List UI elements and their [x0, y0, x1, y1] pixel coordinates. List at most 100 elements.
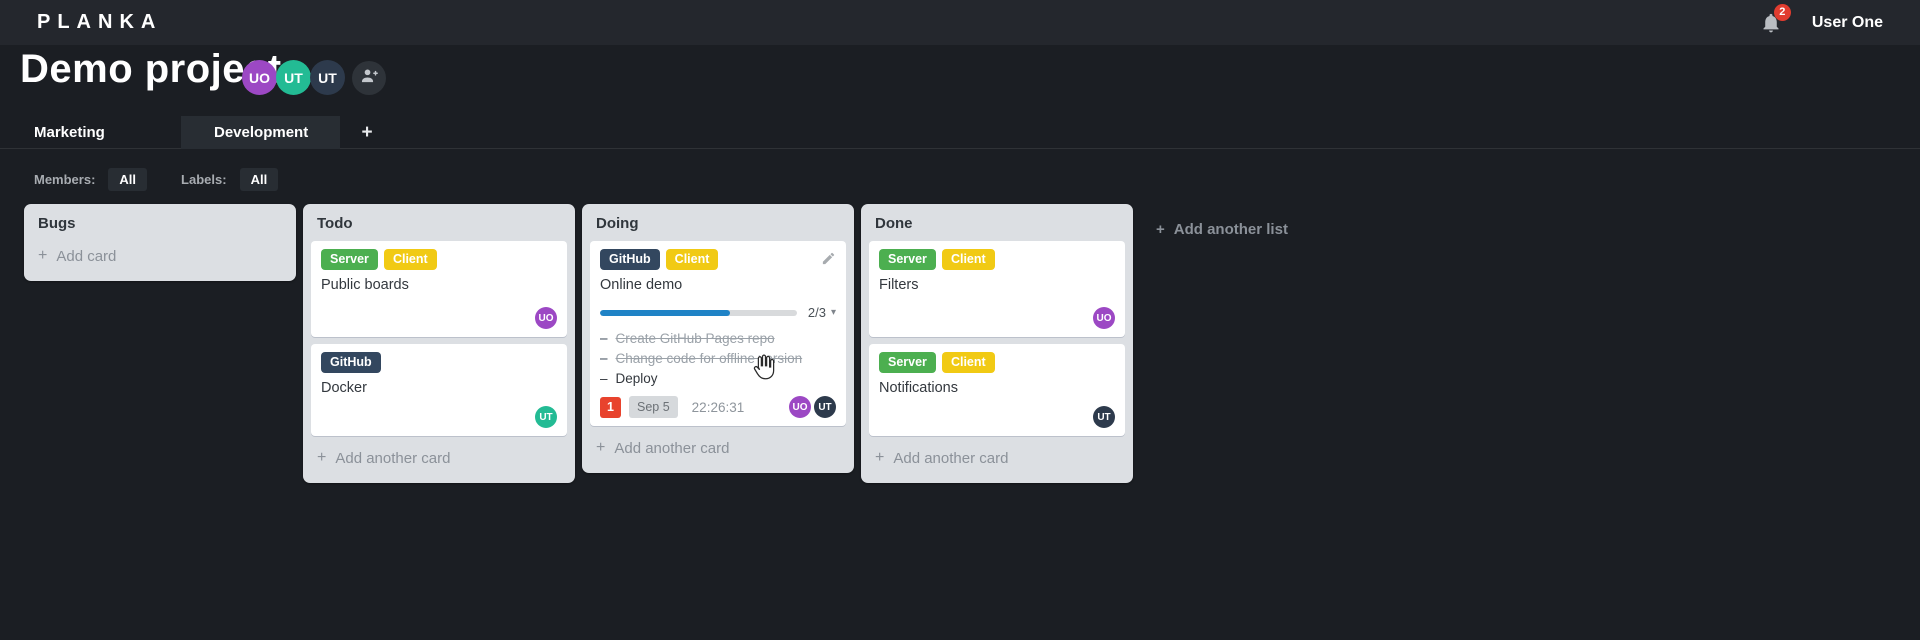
avatar: UO [789, 396, 811, 418]
labels-filter-value[interactable]: All [239, 168, 279, 191]
task-text: Deploy [615, 371, 658, 386]
list-title[interactable]: Doing [582, 204, 854, 241]
person-add-icon [360, 66, 379, 90]
card-name: Filters [879, 277, 919, 293]
card-members: UT [321, 406, 557, 428]
add-list-label: Add another list [1173, 221, 1288, 238]
task-text: Change code for offline version [615, 351, 803, 366]
user-menu[interactable]: User One [1812, 14, 1883, 32]
card-name: Public boards [321, 277, 409, 293]
plus-icon: + [38, 247, 48, 264]
card-label: GitHub [321, 352, 381, 373]
card-members: UO UT [789, 396, 836, 418]
plus-icon: + [596, 439, 606, 456]
card-label: Client [665, 249, 719, 270]
avatar[interactable]: UO [242, 60, 277, 95]
card-name: Online demo [600, 277, 683, 293]
list-title[interactable]: Todo [303, 204, 575, 241]
members-filter-label: Members: [34, 172, 96, 187]
add-another-card-button[interactable]: + Add another card [861, 443, 1133, 481]
add-another-card-button[interactable]: + Add another card [582, 433, 854, 471]
add-member-button[interactable] [352, 60, 386, 95]
card-label: Server [879, 249, 936, 270]
progress-fill [600, 309, 730, 316]
list-title[interactable]: Done [861, 204, 1133, 241]
labels-row: Server Client [879, 352, 1115, 373]
progress-fraction: 2/3 [807, 305, 826, 320]
topbar-right: 2 User One [1760, 3, 1883, 34]
notification-count-badge: 2 [1773, 3, 1791, 21]
list-bugs: Bugs + Add card [24, 204, 296, 281]
progress-bar [600, 309, 797, 316]
avatar: UT [535, 406, 557, 428]
card-online-demo[interactable]: GitHub Client Online demo 2/3 ▾ – Create… [590, 241, 846, 426]
plus-icon: + [1156, 221, 1165, 238]
labels-row: GitHub Client [600, 249, 836, 270]
avatar[interactable]: UT [310, 60, 345, 95]
add-card-label: Add another card [335, 449, 451, 467]
card-label: Server [879, 352, 936, 373]
card-members: UO [879, 307, 1115, 329]
card-label: Client [383, 249, 437, 270]
members-filter-value[interactable]: All [108, 168, 148, 191]
pencil-icon [821, 252, 836, 270]
card-public-boards[interactable]: Server Client Public boards UO [311, 241, 567, 337]
filter-bar: Members: All Labels: All [34, 168, 279, 191]
list-done: Done Server Client Filters UO Server Cli… [861, 204, 1133, 483]
timer-value: 22:26:31 [691, 399, 745, 415]
task-list: – Create GitHub Pages repo – Change code… [600, 329, 836, 389]
card-members: UT [879, 406, 1115, 428]
chevron-down-icon[interactable]: ▾ [831, 307, 836, 318]
notifications-button[interactable]: 2 [1760, 3, 1791, 34]
labels-row: Server Client [321, 249, 557, 270]
card-label: Server [321, 249, 378, 270]
list-doing: Doing GitHub Client Online demo 2/3 ▾ – … [582, 204, 854, 473]
tab-marketing[interactable]: Marketing [34, 116, 105, 149]
add-board-button[interactable]: + [352, 116, 382, 149]
list-todo: Todo Server Client Public boards UO GitH… [303, 204, 575, 483]
card-notifications[interactable]: Server Client Notifications UT [869, 344, 1125, 436]
labels-row: Server Client [879, 249, 1115, 270]
add-card-label: Add another card [614, 439, 730, 457]
tab-development[interactable]: Development [181, 116, 340, 149]
plus-icon: + [875, 449, 885, 466]
add-card-label: Add another card [893, 449, 1009, 467]
labels-filter-label: Labels: [181, 172, 227, 187]
task-item: – Change code for offline version [600, 349, 836, 369]
add-card-button[interactable]: + Add card [24, 241, 296, 279]
card-name: Notifications [879, 380, 958, 396]
add-card-label: Add card [56, 247, 117, 265]
add-another-card-button[interactable]: + Add another card [303, 443, 575, 481]
edit-card-button[interactable] [821, 251, 836, 266]
card-meta: 1 Sep 5 22:26:31 UO UT [600, 396, 836, 418]
add-another-list-button[interactable]: + Add another list [1140, 211, 1304, 248]
avatar[interactable]: UT [276, 60, 311, 95]
card-docker[interactable]: GitHub Docker UT [311, 344, 567, 436]
project-members: UO UT UT [242, 60, 386, 95]
card-name: Docker [321, 380, 367, 396]
card-members: UO [321, 307, 557, 329]
task-item: – Deploy [600, 369, 836, 389]
card-label: Client [941, 249, 995, 270]
card-label: Client [941, 352, 995, 373]
due-count-badge: 1 [600, 396, 621, 418]
labels-row: GitHub [321, 352, 557, 373]
avatar: UO [535, 307, 557, 329]
board-tabs: Marketing Development + [0, 116, 1920, 149]
board: Bugs + Add card Todo Server Client Publi… [24, 204, 1304, 483]
card-filters[interactable]: Server Client Filters UO [869, 241, 1125, 337]
dash-icon: – [600, 371, 608, 386]
planka-logo: PLANKA [37, 11, 163, 33]
avatar: UO [1093, 307, 1115, 329]
avatar: UT [1093, 406, 1115, 428]
card-label: GitHub [600, 249, 660, 270]
tasks-progress: 2/3 ▾ [600, 305, 836, 320]
top-bar: PLANKA 2 User One [0, 0, 1920, 45]
plus-icon: + [317, 449, 327, 466]
task-item: – Create GitHub Pages repo [600, 329, 836, 349]
list-title[interactable]: Bugs [24, 204, 296, 241]
dash-icon: – [600, 351, 608, 366]
avatar: UT [814, 396, 836, 418]
dash-icon: – [600, 331, 608, 346]
task-text: Create GitHub Pages repo [615, 331, 775, 346]
